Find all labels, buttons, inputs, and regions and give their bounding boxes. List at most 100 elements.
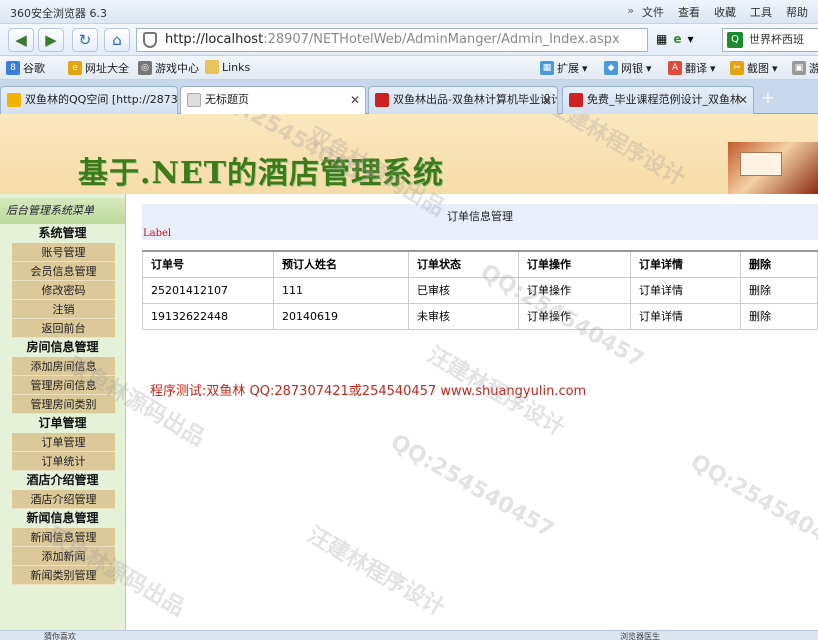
sidebar-item-frontend[interactable]: 返回前台 [12,319,115,338]
close-icon[interactable]: ✕ [542,87,552,113]
menu-tools[interactable]: 工具 [750,4,772,20]
tab-label: 双鱼林的QQ空间 [http://287307421.qzone.qq.com] [25,93,178,106]
chevron-down-icon: ▾ [710,61,716,75]
order-details-link[interactable]: 订单详情 [630,302,741,330]
url-path: :28907/NETHotelWeb/AdminManger/Admin_Ind… [263,32,620,47]
menu-help[interactable]: 帮助 [786,4,808,20]
close-icon[interactable]: ✕ [738,87,748,113]
ext-translate[interactable]: A 翻译 ▾ [668,60,716,76]
chevron-right-icon[interactable]: » [627,4,634,20]
translate-icon: A [668,61,682,75]
status-right[interactable]: 浏览器医生 [620,631,660,640]
fav-portal[interactable]: e 网址大全 [68,60,129,76]
section-hotel-intro: 酒店介绍管理 [26,473,99,487]
watermark: QQ:254540457 [686,449,818,564]
new-tab-button[interactable]: + [758,88,778,110]
sidebar-item-manage-rooms[interactable]: 管理房间信息 [12,376,115,395]
tab-label: 双鱼林出品-双鱼林计算机毕业设计 [393,93,558,106]
chevron-down-icon[interactable]: ▾ [687,32,693,46]
tab-label: 免费_毕业课程范例设计_双鱼林 [587,93,741,106]
sidebar-item-news[interactable]: 新闻信息管理 [12,528,115,547]
sidebar-item-members[interactable]: 会员信息管理 [12,262,115,281]
forward-arrow-icon[interactable]: ▶ [38,28,64,52]
sidebar-item-news-types[interactable]: 新闻类别管理 [12,566,115,585]
shield-icon [143,32,157,48]
close-icon[interactable]: ✕ [350,87,360,113]
search-input[interactable]: Q 世界杯西班 [722,28,818,52]
section-rooms: 房间信息管理 [26,340,99,354]
menu-favorites[interactable]: 收藏 [714,4,736,20]
tab-label: 无标题页 [205,93,249,106]
sidebar-item-logout[interactable]: 注销 [12,300,115,319]
qq-icon [7,93,21,107]
url-bar[interactable]: http://localhost:28907/NETHotelWeb/Admin… [136,28,648,52]
gamepad-icon: ◎ [138,61,152,75]
sidebar-item-add-room[interactable]: 添加房间信息 [12,357,115,376]
menu-file[interactable]: 文件 [642,4,664,20]
refresh-icon[interactable]: ↻ [72,28,98,52]
table-row: 25201412107 111 已审核 订单操作 订单详情 删除 [142,276,818,304]
sidebar-item-hotel-intro[interactable]: 酒店介绍管理 [12,490,115,509]
favorites-bar: 8 谷歌 e 网址大全 ◎ 游戏中心 Links ▦ 扩展 ▾ ◆ 网银 ▾ A 翻译 ▾ ✂ 截图… [0,56,818,80]
scissors-icon: ✂ [730,61,744,75]
section-system: 系统管理 [38,226,87,240]
home-icon[interactable]: ⌂ [104,28,130,52]
ext-label: 截图 [747,62,769,75]
delete-link[interactable]: 删除 [740,276,818,304]
order-operation-link[interactable]: 订单操作 [518,302,631,330]
tab-qzone[interactable]: 双鱼林的QQ空间 [http://287307421.qzone.qq.com] [0,86,178,114]
sidebar-item-order-stats[interactable]: 订单统计 [12,452,115,471]
tab-free-design[interactable]: 免费_毕业课程范例设计_双鱼林 ✕ [562,86,754,114]
table-header-row: 订单号 预订人姓名 订单状态 订单操作 订单详情 删除 [142,250,818,278]
ext-screenshot[interactable]: ✂ 截图 ▾ [730,60,778,76]
sidebar-item-accounts[interactable]: 账号管理 [12,243,115,262]
bank-icon: ◆ [604,61,618,75]
ext-games[interactable]: ▣游戏 [792,60,818,76]
page-icon [187,93,201,107]
col-delete: 删除 [740,250,818,278]
sidebar-item-add-news[interactable]: 添加新闻 [12,547,115,566]
chevron-down-icon: ▾ [772,61,778,75]
qr-icon[interactable]: ▦ [656,32,667,46]
tab-shuangyulin[interactable]: 双鱼林出品-双鱼林计算机毕业设计 ✕ [368,86,558,114]
cell-order-id: 25201412107 [142,276,274,304]
google-icon: 8 [6,61,20,75]
tester-note: 程序测试:双鱼林 QQ:287307421或254540457 www.shua… [150,384,587,399]
ext-label: 翻译 [685,62,707,75]
fav-label: 游戏中心 [155,62,199,75]
fav-label: 谷歌 [23,62,45,75]
cell-customer-name: 20140619 [273,302,409,330]
order-details-link[interactable]: 订单详情 [630,276,741,304]
extend-icon: ▦ [540,61,554,75]
address-icons: ▦ e ▾ [656,32,694,46]
fav-google[interactable]: 8 谷歌 [6,60,45,76]
ext-extend[interactable]: ▦ 扩展 ▾ [540,60,588,76]
back-arrow-icon[interactable]: ◀ [8,28,34,52]
search-text: 世界杯西班 [749,33,804,46]
col-operation: 订单操作 [518,250,631,278]
sidebar-item-room-types[interactable]: 管理房间类别 [12,395,115,414]
compat-mode-icon[interactable]: e [673,32,681,46]
status-left[interactable]: 猜你喜欢 [44,631,76,640]
watermark: QQ:254540457 [386,429,558,544]
delete-link[interactable]: 删除 [740,302,818,330]
chevron-down-icon: ▾ [582,61,588,75]
order-operation-link[interactable]: 订单操作 [518,276,631,304]
section-orders: 订单管理 [38,416,87,430]
tab-untitled[interactable]: 无标题页 ✕ [180,86,366,114]
search-engine-icon[interactable]: Q [727,32,743,48]
chevron-down-icon: ▾ [646,61,652,75]
sidebar-item-orders[interactable]: 订单管理 [12,433,115,452]
game-icon: ▣ [792,61,806,75]
menu-view[interactable]: 查看 [678,4,700,20]
ext-label: 网银 [621,62,643,75]
fav-games[interactable]: ◎ 游戏中心 [138,60,199,76]
cell-customer-name: 111 [273,276,409,304]
table-row: 19132622448 20140619 未审核 订单操作 订单详情 删除 [142,302,818,330]
ext-bank[interactable]: ◆ 网银 ▾ [604,60,652,76]
sidebar-item-password[interactable]: 修改密码 [12,281,115,300]
address-toolbar: ◀ ▶ ↻ ⌂ http://localhost:28907/NETHotelW… [0,24,818,56]
fav-links[interactable]: Links [205,60,250,74]
cell-status: 已审核 [408,276,519,304]
col-status: 订单状态 [408,250,519,278]
